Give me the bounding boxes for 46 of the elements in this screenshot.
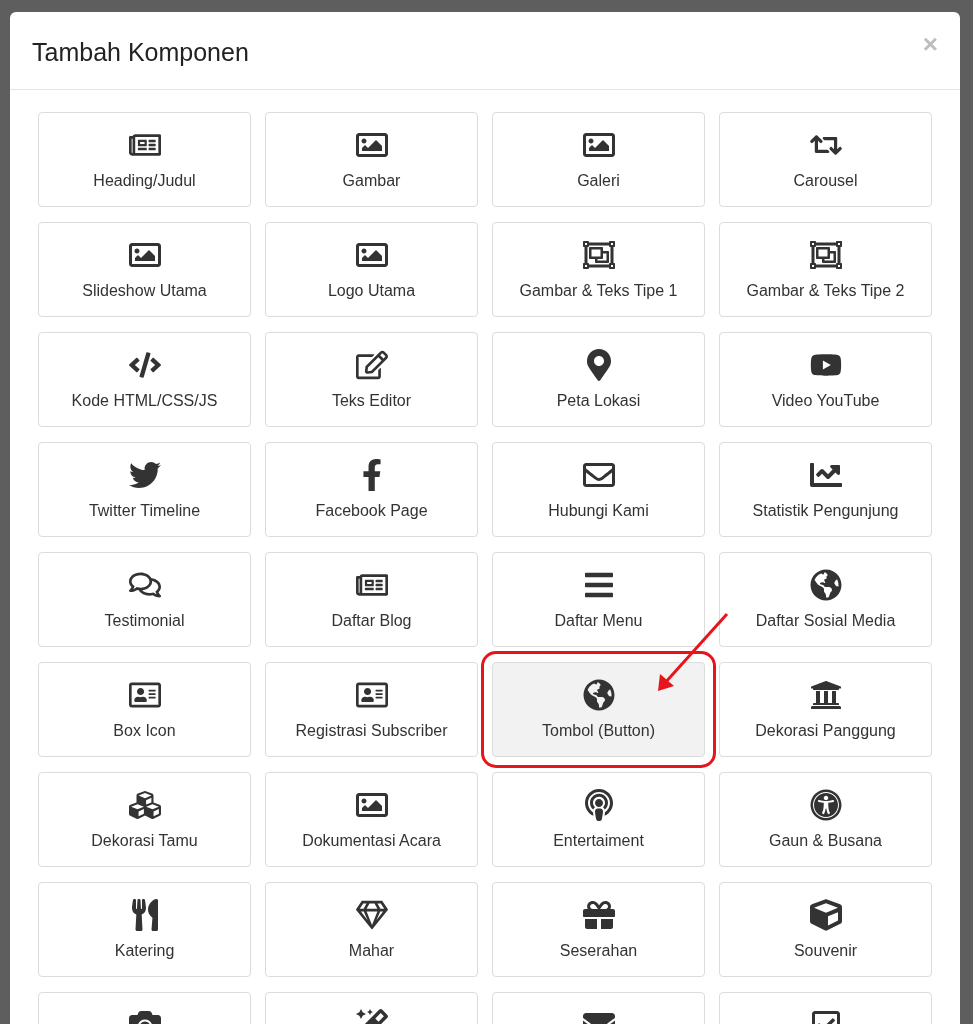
- component-card[interactable]: Carousel: [719, 112, 932, 207]
- component-card[interactable]: Gambar & Teks Tipe 1: [492, 222, 705, 317]
- component-card[interactable]: Gambar: [265, 112, 478, 207]
- component-card[interactable]: Teks Editor: [265, 332, 478, 427]
- bird-icon: [128, 459, 161, 491]
- cube-icon: [809, 899, 842, 931]
- component-card[interactable]: Video YouTube: [719, 332, 932, 427]
- component-card[interactable]: Heading/Judul: [38, 112, 251, 207]
- component-card[interactable]: Seserahan: [492, 882, 705, 977]
- component-card[interactable]: Dekorasi Panggung: [719, 662, 932, 757]
- component-card[interactable]: Slideshow Utama: [38, 222, 251, 317]
- component-card[interactable]: Souvenir: [719, 882, 932, 977]
- object-group-icon: [809, 239, 842, 271]
- component-card[interactable]: Gaun & Busana: [719, 772, 932, 867]
- gift-icon: [582, 899, 615, 931]
- component-card[interactable]: Facebook Page: [265, 442, 478, 537]
- component-card[interactable]: Kode HTML/CSS/JS: [38, 332, 251, 427]
- podcast-icon: [582, 789, 615, 821]
- component-card[interactable]: Box Icon: [38, 662, 251, 757]
- edit-icon: [355, 349, 388, 381]
- building-icon: [809, 679, 842, 711]
- component-card[interactable]: Testimonial: [38, 552, 251, 647]
- object-group-icon: [582, 239, 615, 271]
- component-card[interactable]: Twitter Timeline: [38, 442, 251, 537]
- component-card[interactable]: Registrasi Subscriber: [265, 662, 478, 757]
- globe-icon: [582, 679, 615, 711]
- cubes-icon: [128, 789, 161, 821]
- component-card[interactable]: Mahar: [265, 882, 478, 977]
- component-card[interactable]: Hubungi Kami: [492, 442, 705, 537]
- component-card[interactable]: Dokumentasi Acara: [265, 772, 478, 867]
- component-card[interactable]: Entertaiment: [492, 772, 705, 867]
- component-card[interactable]: Daftar Blog: [265, 552, 478, 647]
- component-card[interactable]: Logo Utama: [265, 222, 478, 317]
- globe-icon: [809, 569, 842, 601]
- component-card[interactable]: Dekorasi Tamu: [38, 772, 251, 867]
- diamond-icon: [355, 899, 388, 931]
- code-icon: [128, 349, 161, 381]
- dialog-title: Tambah Komponen: [32, 37, 249, 67]
- component-card[interactable]: Daftar Menu: [492, 552, 705, 647]
- component-card[interactable]: Daftar Sosial Media: [719, 552, 932, 647]
- person-icon: [809, 789, 842, 821]
- component-card[interactable]: Katering: [38, 882, 251, 977]
- component-card[interactable]: Statistik Pengunjung: [719, 442, 932, 537]
- component-card[interactable]: Peta Lokasi: [492, 332, 705, 427]
- component-card[interactable]: Galeri: [492, 112, 705, 207]
- component-card[interactable]: Gambar & Teks Tipe 2: [719, 222, 932, 317]
